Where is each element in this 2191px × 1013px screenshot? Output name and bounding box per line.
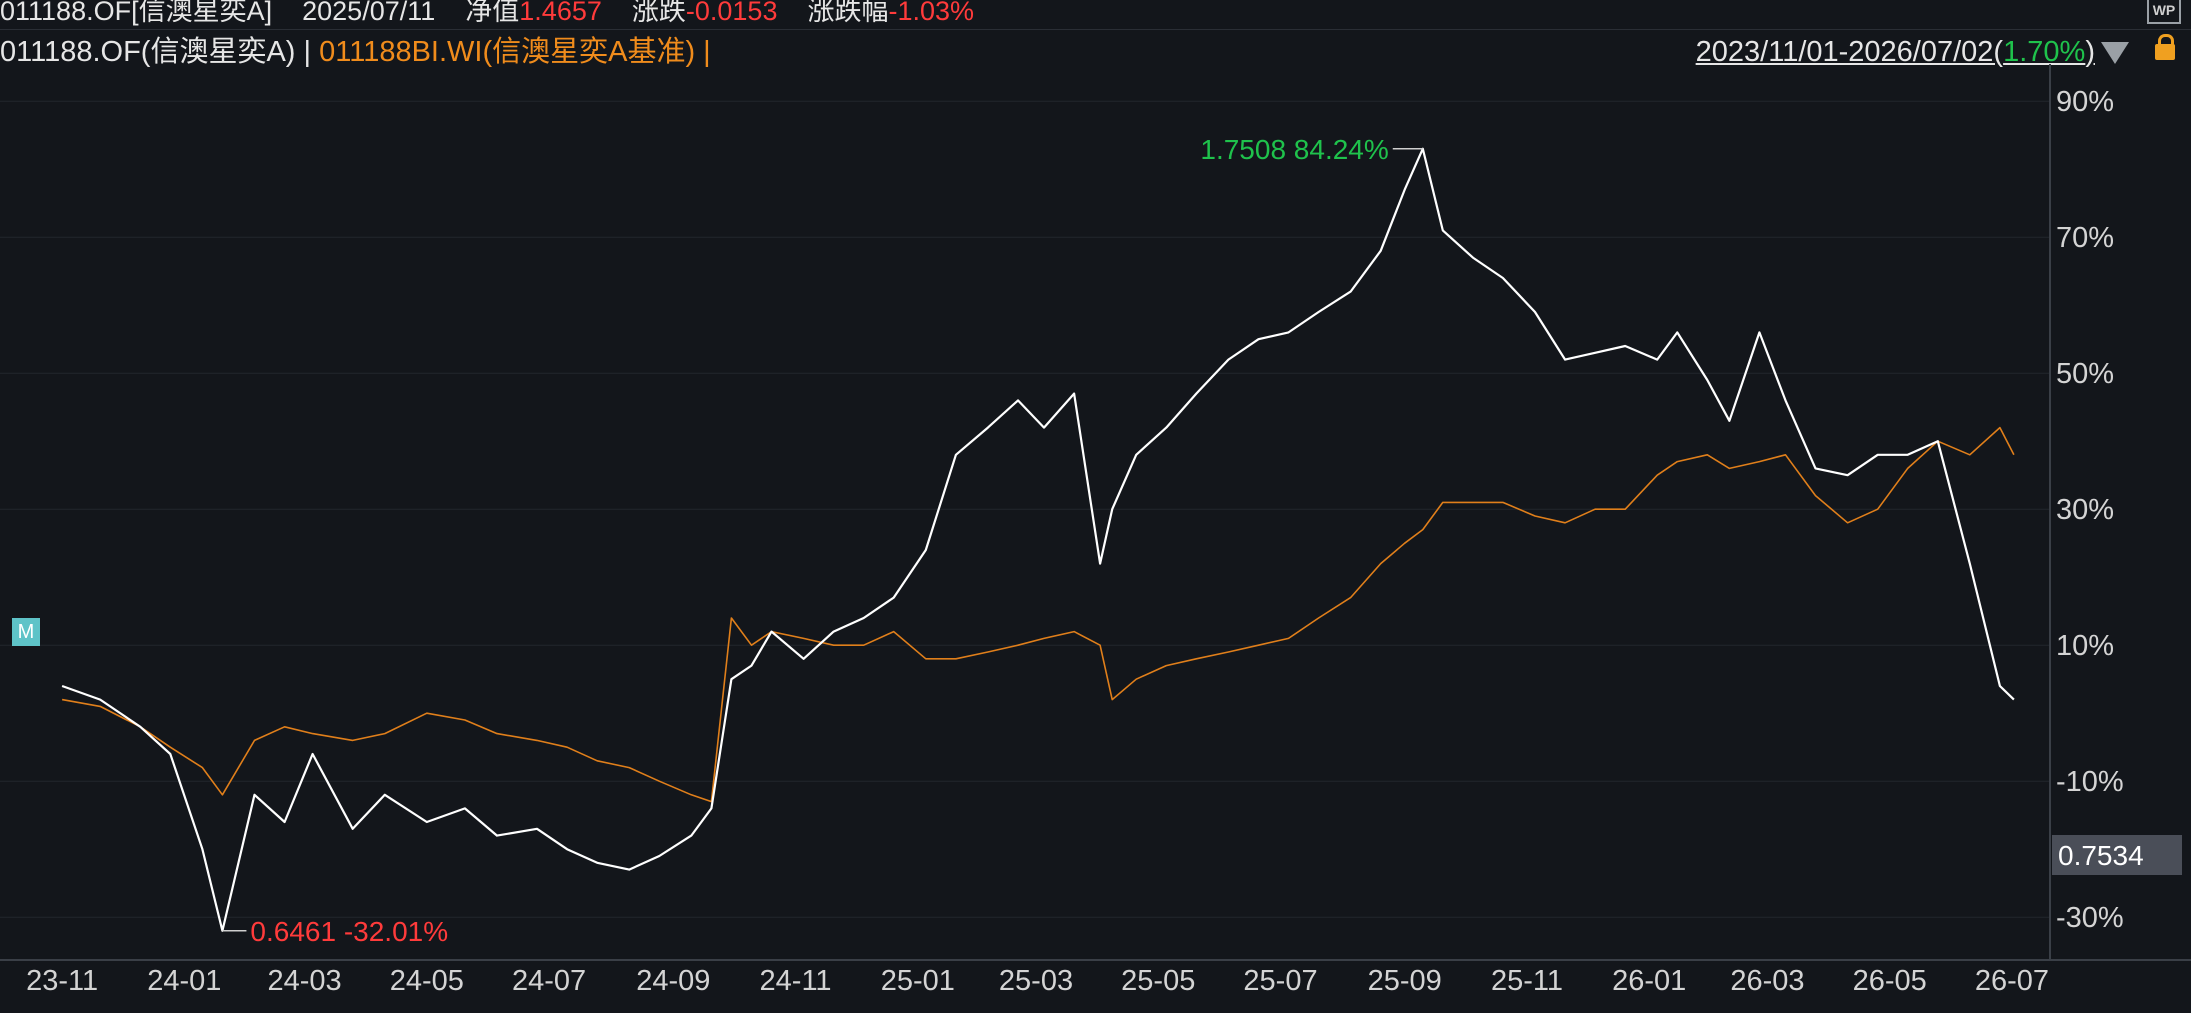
x-tick-label: 24-01 <box>147 965 221 997</box>
grid-lines <box>0 64 2191 961</box>
y-tick-label: 90% <box>2056 86 2114 118</box>
x-tick-label: 24-07 <box>512 965 586 997</box>
series-lines <box>61 147 2015 932</box>
y-tick-label: 30% <box>2056 494 2114 526</box>
marker-badge[interactable]: M <box>12 618 40 646</box>
x-tick-label: 26-07 <box>1975 965 2049 997</box>
x-tick-label: 24-03 <box>268 965 342 997</box>
y-axis: 90% 70% 50% 30% 10% -10% -30% <box>2056 86 2124 934</box>
x-tick-label: 26-05 <box>1853 965 1927 997</box>
x-tick-label: 25-05 <box>1121 965 1195 997</box>
x-tick-label: 24-11 <box>760 965 832 997</box>
x-tick-label: 24-05 <box>390 965 464 997</box>
y-tick-label: -30% <box>2056 902 2124 934</box>
x-tick-label: 25-09 <box>1368 965 1442 997</box>
x-tick-label: 25-11 <box>1491 965 1563 997</box>
x-tick-label: 26-03 <box>1730 965 1804 997</box>
price-tag: 0.7534 <box>2058 840 2144 871</box>
min-annotation: 0.6461 -32.01% <box>250 916 448 947</box>
x-tick-label: 25-03 <box>999 965 1073 997</box>
y-tick-label: 10% <box>2056 630 2114 662</box>
benchmark-series-line <box>61 426 2015 803</box>
x-tick-label: 24-09 <box>636 965 710 997</box>
x-tick-label: 26-01 <box>1612 965 1686 997</box>
annotations: 1.7508 84.24% 0.6461 -32.01% 0.7534 <box>222 134 2182 947</box>
x-axis: 23-11 24-01 24-03 24-05 24-07 24-09 24-11 25-01… <box>26 965 2049 997</box>
x-tick-label: 23-11 <box>26 965 98 997</box>
y-tick-label: 70% <box>2056 222 2114 254</box>
x-tick-label: 25-07 <box>1243 965 1317 997</box>
y-tick-label: 50% <box>2056 358 2114 390</box>
y-tick-label: -10% <box>2056 766 2124 798</box>
x-tick-label: 25-01 <box>881 965 955 997</box>
performance-chart: 90%70%50%30%10%-10%-30% 23-11 24-01 24-03 2… <box>0 64 2191 997</box>
max-annotation: 1.7508 84.24% <box>1200 134 1388 165</box>
fund-series-line <box>61 147 2015 932</box>
